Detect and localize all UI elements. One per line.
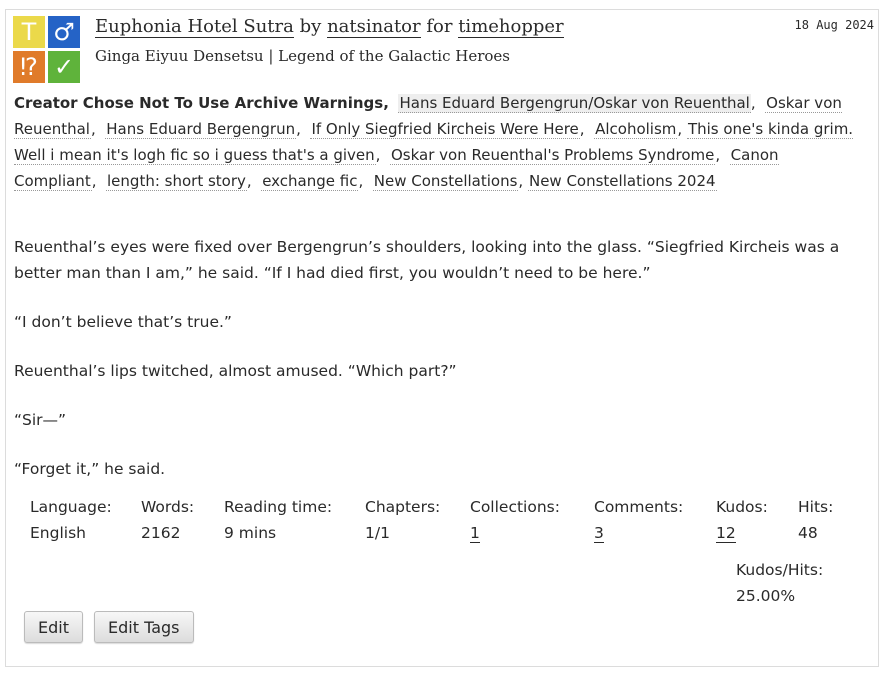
work-summary: Reuenthal’s eyes were fixed over Bergeng… xyxy=(14,234,864,505)
complete-status-icon[interactable]: ✓ xyxy=(48,51,80,83)
stat-label: Kudos: xyxy=(716,498,768,516)
publish-date: 18 Aug 2024 xyxy=(794,18,874,32)
freeform-tag[interactable]: Alcoholism xyxy=(594,120,678,139)
by-text: by xyxy=(299,16,322,37)
stat-label: Reading time: xyxy=(224,498,333,516)
edit-button[interactable]: Edit xyxy=(24,611,83,643)
stat-label: Kudos/Hits: xyxy=(736,561,824,579)
freeform-tag[interactable]: length: short story xyxy=(106,172,247,191)
freeform-tag[interactable]: New Constellations 2024 xyxy=(527,172,717,191)
recipient-link[interactable]: timehopper xyxy=(458,16,564,38)
stat-value: 2162 xyxy=(141,524,181,542)
stat-value: 25.00% xyxy=(736,587,796,605)
comments-link[interactable]: 3 xyxy=(594,524,604,543)
stat-value: English xyxy=(30,524,86,542)
teen-rating-icon[interactable]: T xyxy=(13,16,45,48)
relationship-tag[interactable]: Hans Eduard Bergengrun/Oskar von Reuenth… xyxy=(398,94,751,113)
summary-paragraph: Reuenthal’s eyes were fixed over Bergeng… xyxy=(14,238,840,282)
stat-reading-time: Reading time: 9 mins xyxy=(224,494,332,546)
freeform-tag[interactable]: If Only Siegfried Kircheis Were Here xyxy=(310,120,580,139)
archive-warning-icon[interactable]: ⁉ xyxy=(13,51,45,83)
stat-comments: Comments: 3 xyxy=(594,494,683,546)
required-tags: T ♂ ⁉ ✓ xyxy=(13,16,81,83)
stat-kudos: Kudos: 12 xyxy=(716,494,768,546)
freeform-tag[interactable]: Oskar von Reuenthal's Problems Syndrome xyxy=(389,146,716,165)
summary-paragraph: “Forget it,” he said. xyxy=(14,460,166,478)
summary-paragraph: “I don’t believe that’s true.” xyxy=(14,313,232,331)
freeform-tag[interactable]: exchange fic xyxy=(261,172,359,191)
stat-label: Collections: xyxy=(470,498,560,516)
stat-collections: Collections: 1 xyxy=(470,494,560,546)
stat-language: Language: English xyxy=(30,494,112,546)
stat-label: Comments: xyxy=(594,498,684,516)
stat-label: Chapters: xyxy=(365,498,441,516)
warning-tag[interactable]: Creator Chose Not To Use Archive Warning… xyxy=(14,94,389,112)
author-link[interactable]: natsinator xyxy=(327,16,421,38)
stat-hits: Hits: 48 xyxy=(798,494,833,546)
freeform-tag[interactable]: New Constellations xyxy=(372,172,519,191)
stat-label: Words: xyxy=(141,498,195,516)
stat-value: 48 xyxy=(798,524,818,542)
kudos-link[interactable]: 12 xyxy=(716,524,736,543)
edit-tags-button[interactable]: Edit Tags xyxy=(94,611,194,643)
stat-kudos-hits: Kudos/Hits: 25.00% xyxy=(736,557,823,609)
stat-label: Language: xyxy=(30,498,112,516)
stat-value: 1/1 xyxy=(365,524,390,542)
tag-list: Creator Chose Not To Use Archive Warning… xyxy=(14,94,854,191)
mm-category-icon[interactable]: ♂ xyxy=(48,16,80,48)
stat-words: Words: 2162 xyxy=(141,494,194,546)
for-text: for xyxy=(426,16,453,37)
stat-value: 9 mins xyxy=(224,524,277,542)
fandom-link[interactable]: Ginga Eiyuu Densetsu | Legend of the Gal… xyxy=(95,47,510,65)
work-title-link[interactable]: Euphonia Hotel Sutra xyxy=(95,16,294,38)
stat-label: Hits: xyxy=(798,498,834,516)
summary-paragraph: Reuenthal’s lips twitched, almost amused… xyxy=(14,362,457,380)
summary-paragraph: “Sir—” xyxy=(14,411,67,429)
collections-link[interactable]: 1 xyxy=(470,524,480,543)
character-tag[interactable]: Hans Eduard Bergengrun xyxy=(105,120,297,139)
stat-chapters: Chapters: 1/1 xyxy=(365,494,440,546)
work-heading: Euphonia Hotel Sutra by natsinator for t… xyxy=(95,16,564,38)
